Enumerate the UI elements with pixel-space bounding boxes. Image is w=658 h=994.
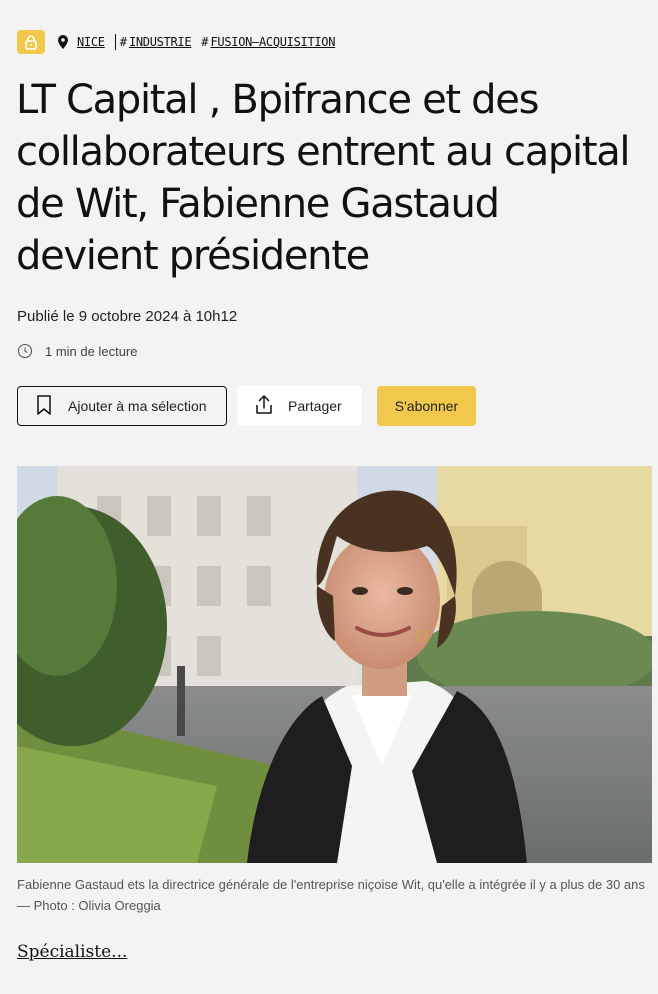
share-icon <box>254 394 274 419</box>
share-button[interactable]: Partager <box>237 386 362 426</box>
hash-icon: # <box>201 35 209 49</box>
add-to-selection-button[interactable]: Ajouter à ma sélection <box>17 386 227 426</box>
read-time: 1 min de lecture <box>17 342 138 360</box>
add-to-selection-label: Ajouter à ma sélection <box>68 398 207 414</box>
article-photo <box>17 466 652 863</box>
subscribe-button[interactable]: S'abonner <box>377 386 476 426</box>
tag-fusion-acquisition[interactable]: FUSION–ACQUISITION <box>211 35 336 49</box>
bookmark-icon <box>34 394 54 419</box>
read-more-link[interactable]: Spécialiste... <box>17 942 127 962</box>
photo-caption: Fabienne Gastaud ets la directrice génér… <box>17 877 645 913</box>
article-title: LT Capital , Bpifrance et des collaborat… <box>16 77 631 279</box>
tag-divider <box>114 34 116 50</box>
tag-location[interactable]: NICE <box>77 35 105 49</box>
article-tags: NICE # INDUSTRIE # FUSION–ACQUISITION <box>17 30 335 54</box>
publish-date: Publié le 9 octobre 2024 à 10h12 <box>17 308 238 325</box>
hash-icon: # <box>119 35 127 49</box>
lock-icon <box>17 30 45 54</box>
clock-icon <box>17 343 33 359</box>
map-pin-icon <box>57 35 71 49</box>
tag-industrie[interactable]: INDUSTRIE <box>129 35 192 49</box>
read-time-label: 1 min de lecture <box>45 343 138 359</box>
share-label: Partager <box>288 398 342 414</box>
